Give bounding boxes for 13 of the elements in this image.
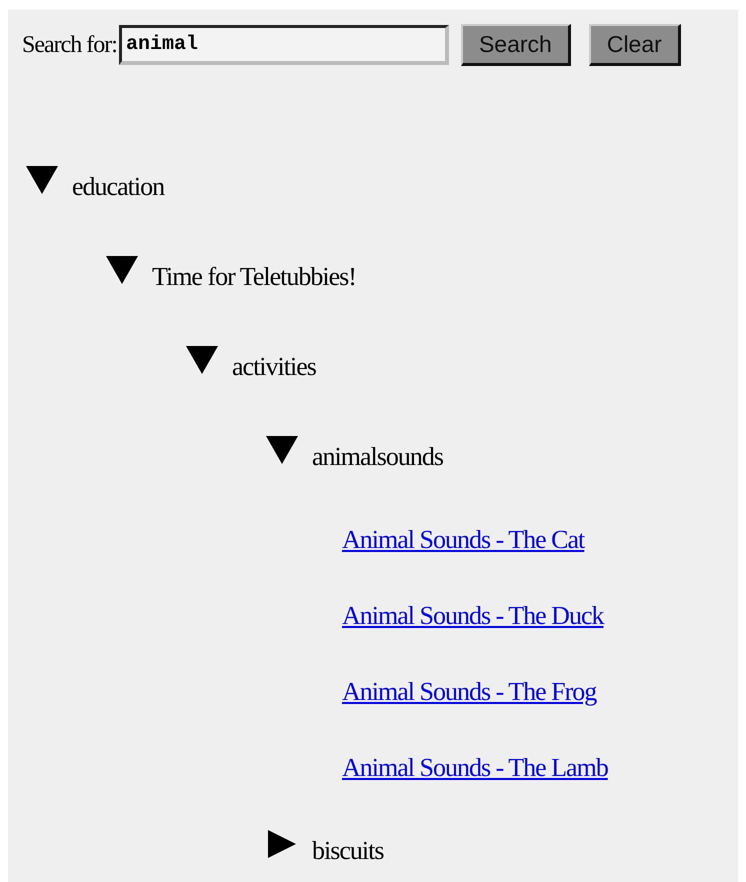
search-field[interactable]: animal [118, 25, 449, 65]
folder-label: Time for Teletubbies! [152, 262, 356, 292]
folder-label: animalsounds [312, 442, 443, 472]
folder-label: education [72, 172, 164, 202]
clear-button[interactable]: Clear [588, 24, 681, 66]
search-label: Search for: [22, 32, 117, 58]
search-button[interactable]: Search [460, 24, 571, 66]
folder-label: biscuits [312, 836, 384, 866]
tree-link[interactable]: Animal Sounds - The Frog [342, 677, 596, 707]
folder-label: activities [232, 352, 316, 382]
tree-link[interactable]: Animal Sounds - The Cat [342, 525, 584, 555]
tree-link[interactable]: Animal Sounds - The Duck [342, 601, 604, 631]
tree-link[interactable]: Animal Sounds - The Lamb [342, 753, 608, 783]
